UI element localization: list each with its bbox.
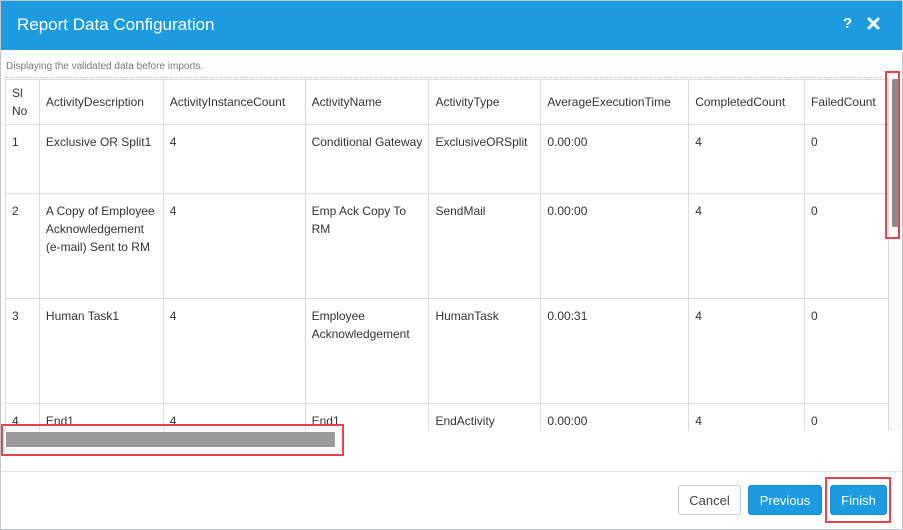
table-cell: Conditional Gateway <box>304 124 430 194</box>
table-cell: 0.00:00 <box>540 124 690 194</box>
table-cell: 3 <box>5 298 40 404</box>
column-header-completed-count[interactable]: CompletedCount <box>688 79 806 125</box>
divider <box>5 77 887 78</box>
dialog-title: Report Data Configuration <box>17 15 215 34</box>
table-cell: 0.00:00 <box>540 403 690 431</box>
footer-divider <box>1 471 902 472</box>
table-cell: 0 <box>804 193 889 299</box>
table-cell: 0 <box>804 403 889 431</box>
column-header-average-execution-time[interactable]: AverageExecutionTime <box>540 79 690 125</box>
vertical-scrollbar-highlight <box>885 71 900 239</box>
table-cell: 4 <box>688 193 806 299</box>
table-cell: Emp Ack Copy To RM <box>304 193 430 299</box>
column-header-activity-instance-count[interactable]: ActivityInstanceCount <box>162 79 306 125</box>
table-cell: 4 <box>162 124 306 194</box>
table-row[interactable]: 2 A Copy of Employee Acknowledgement (e-… <box>5 193 889 299</box>
table-cell: 0 <box>804 298 889 404</box>
column-header-activity-description[interactable]: ActivityDescription <box>38 79 164 125</box>
table-row[interactable]: 3 Human Task1 4 Employee Acknowledgement… <box>5 298 889 404</box>
data-table: Sl No ActivityDescription ActivityInstan… <box>5 79 889 431</box>
horizontal-scrollbar-highlight <box>1 424 344 456</box>
table-cell: SendMail <box>428 193 542 299</box>
table-cell: 0.00:00 <box>540 193 690 299</box>
cancel-button[interactable]: Cancel <box>678 485 741 515</box>
column-header-failed-count[interactable]: FailedCount <box>804 79 889 125</box>
column-header-sl-no[interactable]: Sl No <box>5 79 40 125</box>
dialog-header: Report Data Configuration ? <box>1 1 902 50</box>
table-cell: 2 <box>5 193 40 299</box>
table-row[interactable]: 1 Exclusive OR Split1 4 Conditional Gate… <box>5 124 889 194</box>
table-cell: 4 <box>688 403 806 431</box>
close-icon[interactable] <box>867 12 885 36</box>
table-cell: A Copy of Employee Acknowledgement (e-ma… <box>38 193 164 299</box>
table-cell: 0.00:31 <box>540 298 690 404</box>
previous-button[interactable]: Previous <box>748 485 822 515</box>
finish-button-highlight <box>825 477 891 523</box>
table-header-row: Sl No ActivityDescription ActivityInstan… <box>5 79 889 125</box>
table-cell: HumanTask <box>428 298 542 404</box>
table-cell: 0 <box>804 124 889 194</box>
table-cell: Exclusive OR Split1 <box>38 124 164 194</box>
table-cell: 4 <box>162 193 306 299</box>
table-cell: 4 <box>688 298 806 404</box>
table-cell: EndActivity <box>428 403 542 431</box>
report-data-configuration-dialog: Report Data Configuration ? Displaying t… <box>0 0 903 530</box>
table-cell: ExclusiveORSplit <box>428 124 542 194</box>
help-icon[interactable]: ? <box>843 15 852 32</box>
data-grid[interactable]: Sl No ActivityDescription ActivityInstan… <box>5 79 889 431</box>
column-header-activity-name[interactable]: ActivityName <box>304 79 430 125</box>
table-cell: Human Task1 <box>38 298 164 404</box>
table-cell: 4 <box>162 298 306 404</box>
table-cell: Employee Acknowledgement <box>304 298 430 404</box>
table-cell: 1 <box>5 124 40 194</box>
table-cell: 4 <box>688 124 806 194</box>
dialog-subtitle: Displaying the validated data before imp… <box>6 61 204 72</box>
column-header-activity-type[interactable]: ActivityType <box>428 79 542 125</box>
